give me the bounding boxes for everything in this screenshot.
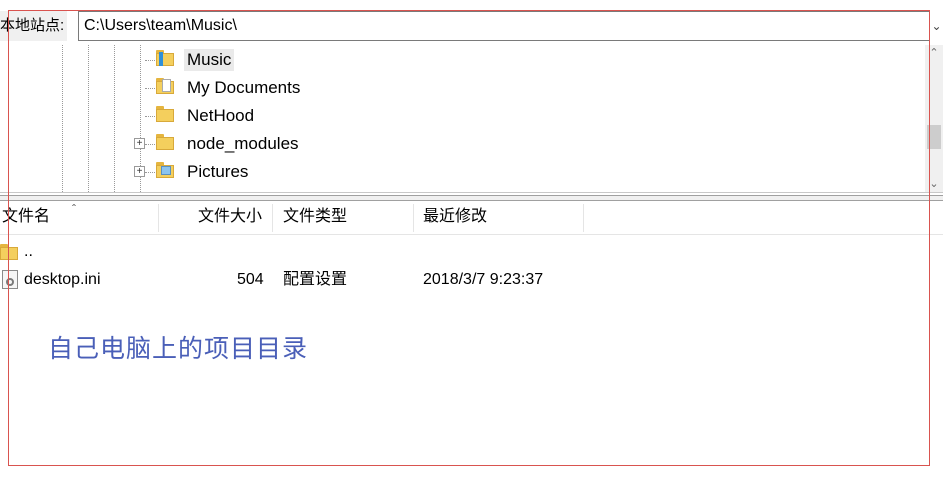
parent-folder-icon [0, 243, 20, 261]
pane-splitter[interactable] [0, 195, 943, 201]
table-row[interactable]: desktop.ini 504 配置设置 2018/3/7 9:23:37 [0, 266, 943, 294]
folder-tree: Music My Documents NetHood + node_module… [0, 45, 943, 193]
file-type: 配置设置 [283, 271, 348, 288]
tree-guide-line [62, 45, 63, 192]
file-name: desktop.ini [24, 271, 101, 288]
tree-item-label: My Documents [187, 78, 301, 97]
file-modified: 2018/3/7 9:23:37 [423, 271, 544, 288]
annotation-caption: 自己电脑上的项目目录 [48, 335, 309, 363]
pictures-folder-icon [156, 162, 176, 182]
tree-guide-line [88, 45, 89, 192]
music-folder-icon [156, 50, 176, 70]
ini-file-icon [2, 270, 18, 289]
tree-item-label: Pictures [187, 162, 249, 181]
local-path-input[interactable]: C:\Users\team\Music\ [78, 11, 930, 41]
expand-plus-icon[interactable]: + [134, 166, 145, 177]
tree-scrollbar[interactable]: ⌃ ⌄ [925, 45, 943, 192]
expand-plus-icon[interactable]: + [134, 138, 145, 149]
chevron-down-icon[interactable]: ⌄ [930, 11, 943, 41]
address-bar: 本地站点: C:\Users\team\Music\ ⌄ [0, 9, 943, 45]
column-header-name[interactable]: 文件名 [2, 202, 50, 234]
file-size: 504 [237, 271, 264, 288]
sort-ascending-icon: ˆ [72, 202, 76, 216]
tree-item-label: NetHood [187, 106, 255, 125]
file-name: .. [24, 243, 33, 260]
column-header-size[interactable]: 文件大小 [198, 202, 262, 234]
column-header-type[interactable]: 文件类型 [283, 202, 347, 234]
address-label: 本地站点: [0, 11, 68, 41]
scroll-thumb[interactable] [927, 125, 941, 149]
column-header-modified[interactable]: 最近修改 [423, 202, 487, 234]
folder-icon [156, 106, 176, 126]
tree-item-label: Music [184, 49, 235, 71]
table-row[interactable]: .. [0, 238, 943, 266]
scroll-up-icon[interactable]: ⌃ [925, 45, 943, 61]
document-folder-icon [156, 78, 176, 98]
tree-guide-line [114, 45, 115, 192]
scroll-down-icon[interactable]: ⌄ [925, 176, 943, 192]
file-list-header: ˆ 文件名 文件大小 文件类型 最近修改 [0, 202, 943, 235]
folder-icon [156, 134, 176, 154]
tree-item-label: node_modules [187, 134, 299, 153]
